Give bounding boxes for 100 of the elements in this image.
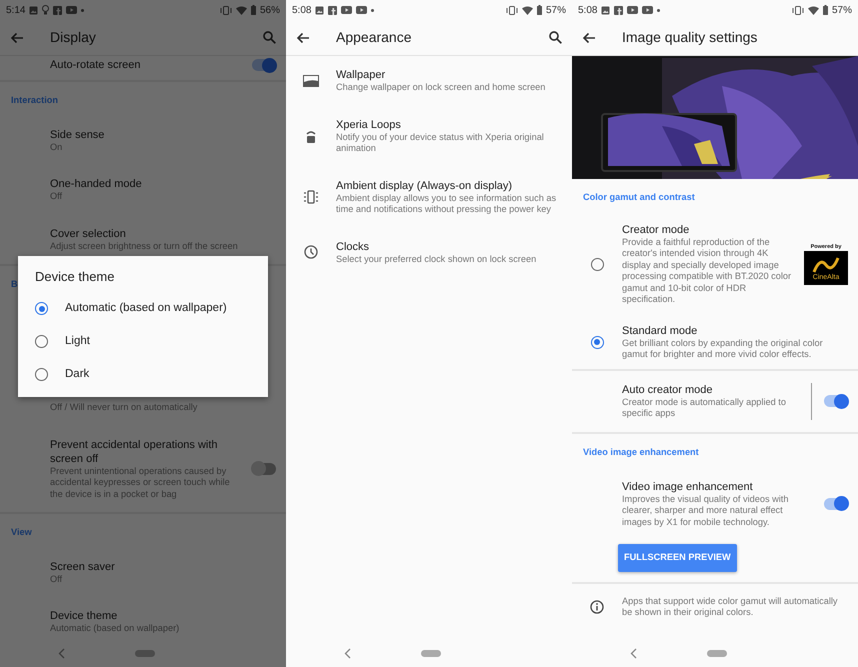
home-pill-icon[interactable] — [707, 650, 727, 657]
loops-icon — [306, 129, 316, 143]
clock-icon — [304, 245, 318, 260]
setting-title: Cover selection — [50, 226, 127, 241]
radio-button[interactable] — [35, 335, 48, 348]
image-icon — [315, 6, 324, 14]
setting-description: Automatic (based on wallpaper) — [50, 623, 180, 635]
setting-description: Creator mode is automatically applied to specific apps — [622, 396, 787, 420]
social-app-icon — [53, 6, 62, 14]
toggle-switch[interactable] — [252, 59, 276, 71]
setting-title: Clocks — [336, 240, 370, 254]
setting-description: Adjust screen brightness or turn off the screen — [50, 240, 239, 252]
home-pill-icon[interactable] — [421, 650, 441, 657]
image-icon — [29, 6, 38, 14]
settings-item[interactable]: Xperia Loops Notify you of your device status with Xperia original animation — [286, 106, 572, 166]
video-app-icon — [356, 6, 368, 14]
settings-item[interactable]: One-handed mode Off — [0, 165, 286, 215]
setting-description: Off / Will never turn on automatically — [50, 402, 198, 414]
back-arrow-icon[interactable] — [582, 32, 596, 44]
settings-item[interactable]: Apps that support wide color gamut will automatically be shown in their original colors. — [572, 584, 858, 631]
battery-percent: 57% — [546, 4, 566, 18]
section-header: Video image enhancement — [582, 446, 700, 459]
dialog-option[interactable]: Light — [35, 325, 268, 358]
battery-icon — [536, 5, 542, 15]
radio-button[interactable] — [590, 258, 604, 271]
back-icon[interactable] — [630, 648, 637, 659]
search-icon[interactable] — [549, 31, 562, 44]
battery-percent: 56% — [260, 4, 280, 18]
dot-icon — [81, 8, 84, 12]
setting-title: Wallpaper — [336, 68, 386, 82]
setting-title: Video image enhancement — [622, 480, 754, 494]
vibrate-icon — [792, 6, 804, 14]
setting-description: Off — [50, 574, 64, 586]
setting-description: Get brilliant colors by expanding the original color gamut for brighter and more vivid color effects. — [622, 338, 824, 361]
battery-percent: 57% — [832, 4, 852, 18]
setting-description: Provide a faithful reproduction of the creator's intended vision through 4K display and specially developed image processing compatible with BT.2020 color gamut and 10-bit color of HDR specification. — [622, 236, 792, 306]
battery-icon — [250, 5, 256, 15]
setting-title: Ambient display (Always-on display) — [336, 178, 514, 192]
video-app-icon — [642, 6, 654, 14]
setting-description: Off — [50, 191, 64, 203]
section-header: B — [10, 278, 19, 292]
setting-title: Auto-rotate screen — [50, 58, 142, 72]
video-app-icon — [66, 6, 78, 14]
setting-title: Creator mode — [622, 222, 690, 237]
back-arrow-icon[interactable] — [296, 32, 310, 44]
vibrate-icon — [506, 6, 518, 14]
setting-title: Device theme — [50, 609, 118, 624]
image-icon — [601, 6, 610, 14]
setting-description: Prevent unintentional operations caused by accidental keypresses or screen touch while the device is in a pocket or bag — [50, 466, 231, 500]
screen-title: Display — [50, 28, 96, 47]
screen-title: Image quality settings — [622, 28, 758, 47]
wifi-icon — [236, 6, 247, 14]
clock-time: 5:14 — [6, 4, 26, 18]
fullscreen-preview-button[interactable]: FULLSCREEN PREVIEW — [618, 544, 737, 572]
wifi-icon — [808, 6, 819, 14]
toggle-switch[interactable] — [824, 498, 848, 510]
setting-description: Apps that support wide color gamut will automatically be shown in their original colors. — [622, 596, 838, 619]
toggle-switch[interactable] — [824, 395, 848, 408]
setting-title: Side sense — [50, 128, 106, 142]
vibrate-icon — [220, 6, 232, 14]
radio-button[interactable] — [35, 302, 48, 315]
setting-description: Ambient display allows you to see information such as time and notifications without pressing the power key — [336, 192, 558, 216]
settings-item[interactable]: Wallpaper Change wallpaper on lock screen and home screen — [286, 56, 572, 106]
social-app-icon — [614, 6, 624, 14]
radio-button[interactable] — [35, 368, 48, 381]
ambient-display-icon — [303, 190, 319, 204]
settings-item[interactable]: Screen saver Off — [0, 548, 286, 598]
settings-item[interactable]: Clocks Select your preferred clock shown on lock screen — [286, 228, 572, 277]
back-icon[interactable] — [58, 648, 65, 659]
setting-title: Prevent accidental operations with screen off — [50, 438, 219, 466]
ring-logo-icon — [812, 256, 840, 273]
dot-icon — [657, 8, 660, 12]
settings-item[interactable]: Device theme Automatic (based on wallpaper) — [0, 597, 286, 640]
setting-description: Notify you of your device status with Xperia original animation — [336, 132, 545, 154]
dialog-title: Device theme — [35, 270, 116, 284]
dot-icon — [371, 8, 374, 12]
section-header: Color gamut and contrast — [582, 191, 696, 204]
video-app-icon — [341, 6, 352, 14]
section-header: Interaction — [10, 94, 59, 107]
setting-description: Change wallpaper on lock screen and home screen — [336, 82, 546, 94]
screen-title: Appearance — [336, 28, 412, 47]
setting-title: Standard mode — [622, 324, 698, 338]
info-icon — [590, 600, 604, 614]
settings-item[interactable]: Side sense On — [0, 116, 286, 166]
wallpaper-icon — [303, 74, 319, 87]
setting-title: Xperia Loops — [336, 118, 402, 132]
setting-title: Auto creator mode — [622, 382, 714, 397]
battery-icon — [822, 5, 828, 15]
setting-description: On — [50, 142, 64, 154]
video-app-icon — [627, 6, 638, 14]
radio-button[interactable] — [590, 336, 604, 349]
clock-time: 5:08 — [292, 4, 312, 18]
settings-item[interactable]: Ambient display (Always-on display) Ambient display allows you to see information such as time and notifications without pressing the power key — [286, 166, 572, 228]
dialog-option[interactable]: Automatic (based on wallpaper) — [35, 292, 268, 325]
dialog-option[interactable]: Dark — [35, 358, 268, 391]
setting-description: Improves the visual quality of videos with clearer, sharper and more natural effect images by X1 for mobile technology. — [622, 494, 790, 528]
wifi-icon — [522, 6, 533, 14]
back-icon[interactable] — [344, 648, 351, 659]
section-header: View — [10, 526, 33, 540]
toggle-switch[interactable] — [252, 462, 276, 475]
